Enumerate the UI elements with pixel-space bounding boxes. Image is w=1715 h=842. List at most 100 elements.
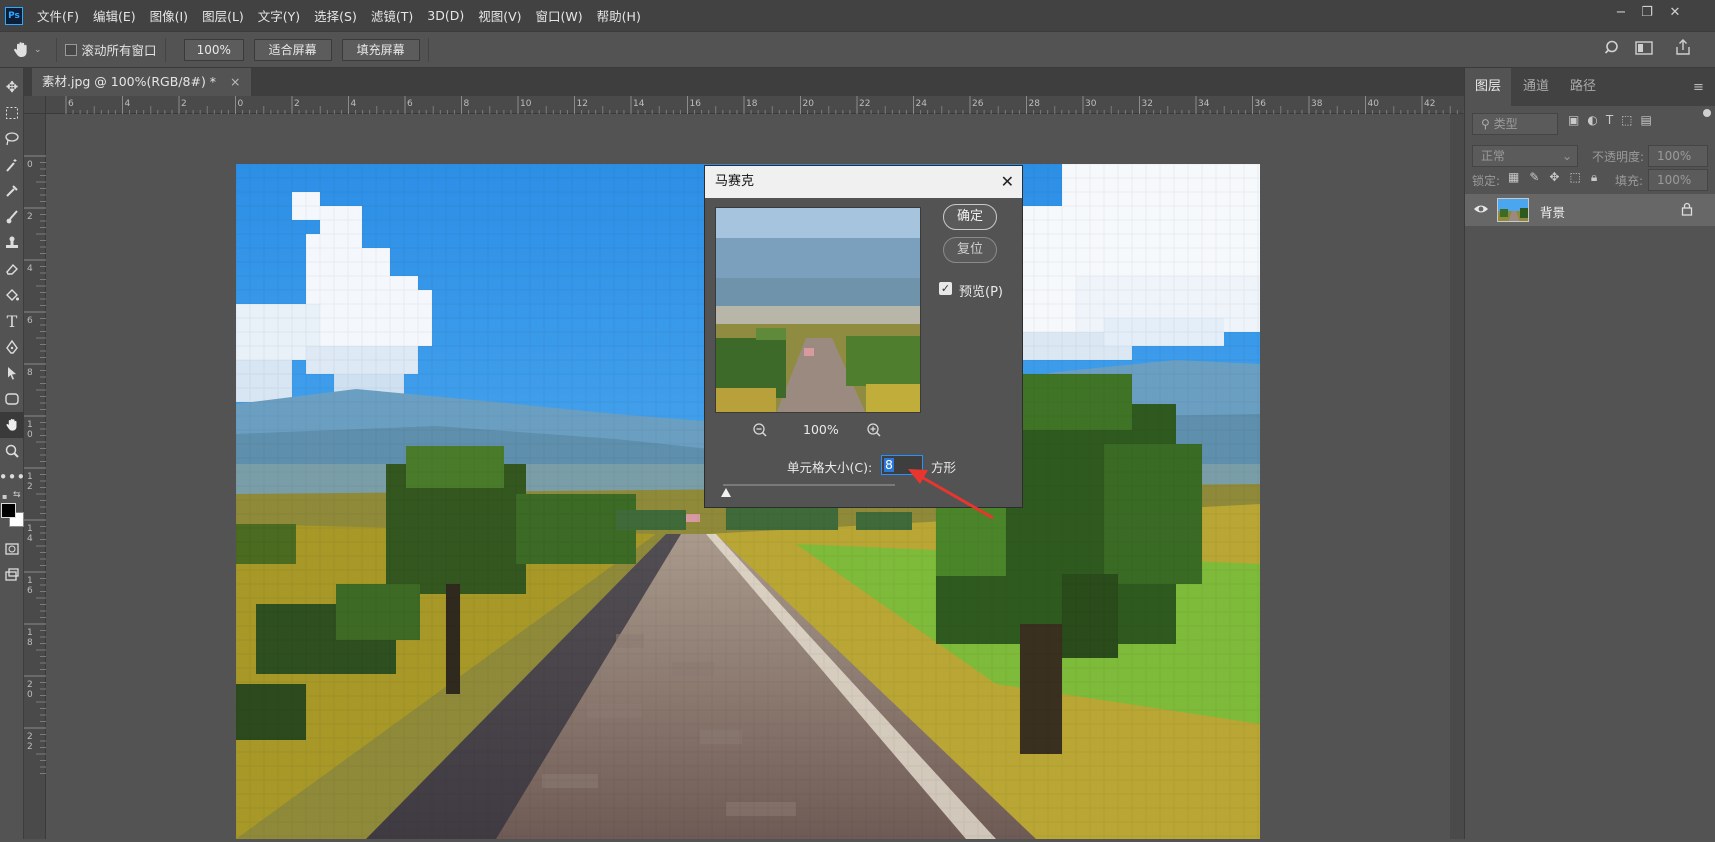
search-icon[interactable] — [1604, 39, 1622, 60]
dialog-title-bar[interactable]: 马赛克 ✕ — [705, 166, 1022, 198]
default-colors-icon[interactable]: ▪ — [2, 492, 7, 501]
filter-pixel-icon[interactable]: ▣ — [1568, 113, 1579, 127]
ruler-label: 22 — [859, 99, 870, 109]
paint-bucket-tool-icon[interactable] — [0, 282, 24, 308]
lock-image-icon[interactable]: ✎ — [1529, 170, 1539, 185]
menu-filter[interactable]: 滤镜(T) — [371, 6, 413, 25]
preview-checkbox[interactable]: ✓ — [939, 282, 952, 295]
quick-select-tool-icon[interactable] — [0, 152, 24, 178]
close-icon[interactable]: ✕ — [1001, 166, 1014, 198]
move-tool-icon[interactable]: ✥ — [0, 74, 24, 100]
menu-help[interactable]: 帮助(H) — [597, 6, 641, 25]
menu-edit[interactable]: 编辑(E) — [93, 6, 136, 25]
screen-mode-icon[interactable] — [0, 562, 24, 588]
menu-window[interactable]: 窗口(W) — [536, 6, 583, 25]
preview-label: 预览(P) — [959, 285, 1003, 300]
tab-channels[interactable]: 通道 — [1513, 68, 1559, 106]
shape-tool-icon[interactable] — [0, 386, 24, 412]
menu-type[interactable]: 文字(Y) — [258, 6, 300, 25]
filter-toggle-icon[interactable] — [1703, 109, 1711, 117]
more-tools-icon[interactable]: ••• — [0, 464, 25, 490]
fill-input[interactable]: 100% — [1648, 169, 1708, 191]
panel-menu-icon[interactable]: ≡ — [1693, 80, 1704, 95]
menu-image[interactable]: 图像(I) — [150, 6, 188, 25]
color-swatches[interactable]: ▪ ⇆ — [0, 490, 24, 536]
foreground-color-swatch[interactable] — [1, 503, 16, 518]
filter-shape-icon[interactable]: ⬚ — [1621, 113, 1632, 127]
stamp-tool-icon[interactable] — [0, 230, 24, 256]
close-window-icon[interactable]: ✕ — [1664, 4, 1686, 22]
ruler-label: 10 — [520, 99, 532, 109]
path-select-tool-icon[interactable] — [0, 360, 24, 386]
ruler-label: 32 — [1142, 99, 1153, 109]
eraser-tool-icon[interactable] — [0, 256, 24, 282]
ruler-label: 2 — [181, 99, 187, 109]
marquee-tool-icon[interactable] — [0, 100, 24, 126]
vertical-scrollbar[interactable] — [1450, 114, 1464, 839]
workspace-icon[interactable] — [1635, 40, 1653, 59]
ruler-origin[interactable] — [24, 96, 46, 114]
ruler-label: 2 — [27, 680, 33, 690]
lock-transparent-icon[interactable]: ▦ — [1508, 170, 1519, 185]
swap-colors-icon[interactable]: ⇆ — [13, 490, 21, 500]
opacity-input[interactable]: 100% — [1648, 145, 1708, 167]
cell-size-slider-track[interactable] — [723, 484, 895, 486]
restore-icon[interactable]: ❐ — [1636, 4, 1658, 22]
scroll-all-label: 滚动所有窗口 — [81, 43, 157, 58]
ruler-label: 6 — [27, 586, 33, 596]
blend-mode-select[interactable]: 正常 ⌄ — [1472, 145, 1578, 167]
filter-adjustment-icon[interactable]: ◐ — [1587, 113, 1597, 127]
type-tool-icon[interactable]: T — [0, 308, 24, 334]
tab-layers[interactable]: 图层 — [1465, 68, 1512, 106]
fill-screen-button[interactable]: 填充屏幕 — [341, 38, 420, 61]
horizontal-ruler-ticks: 6 4 2 0 2 4 6 8 10 12 14 16 18 20 22 24 26 28 30 32 34 36 38 40… — [65, 96, 1472, 114]
ruler-label: 8 — [27, 638, 33, 648]
menu-select[interactable]: 选择(S) — [314, 6, 357, 25]
zoom-value-field[interactable]: 100% — [183, 38, 244, 61]
share-icon[interactable] — [1674, 38, 1692, 59]
separator — [427, 37, 429, 62]
lock-position-icon[interactable]: ✥ — [1549, 170, 1559, 185]
search-icon: ⚲ — [1481, 117, 1494, 131]
lasso-tool-icon[interactable] — [0, 126, 24, 152]
ruler-label: 14 — [633, 99, 645, 109]
close-tab-icon[interactable]: × — [230, 74, 240, 89]
reset-button[interactable]: 复位 — [943, 237, 997, 263]
hand-tool-icon[interactable] — [0, 412, 24, 438]
zoom-in-icon[interactable] — [866, 422, 882, 441]
minimize-icon[interactable]: − — [1610, 4, 1632, 22]
filter-type-icon[interactable]: T — [1606, 113, 1613, 127]
chevron-down-icon[interactable]: ⌄ — [34, 45, 42, 55]
ruler-label: 0 — [238, 99, 244, 109]
ruler-label: 2 — [27, 732, 33, 742]
eye-icon[interactable] — [1473, 202, 1489, 219]
lock-all-icon[interactable]: 🔒︎ — [1591, 170, 1597, 185]
menu-layer[interactable]: 图层(L) — [202, 6, 244, 25]
ruler-label: 1 — [27, 420, 33, 430]
filter-smart-object-icon[interactable]: ▤ — [1641, 113, 1652, 127]
cell-size-slider-thumb[interactable] — [721, 488, 731, 497]
brush-tool-icon[interactable] — [0, 204, 24, 230]
fit-screen-button[interactable]: 适合屏幕 — [253, 38, 332, 61]
ruler-label: 1 — [27, 472, 33, 482]
layer-row[interactable]: 背景 — [1465, 194, 1715, 226]
document-tab[interactable]: 素材.jpg @ 100%(RGB/8#) * × — [32, 68, 251, 96]
lock-artboard-icon[interactable]: ⬚ — [1569, 170, 1580, 185]
menu-file[interactable]: 文件(F) — [37, 6, 79, 25]
preview-image[interactable] — [715, 207, 921, 413]
ruler-label: 24 — [916, 99, 928, 109]
ok-button[interactable]: 确定 — [943, 204, 997, 230]
tools-panel: ✥ T ••• ▪ ⇆ — [0, 68, 25, 839]
tab-paths[interactable]: 路径 — [1560, 68, 1606, 106]
scroll-all-checkbox[interactable] — [64, 43, 77, 56]
menu-3d[interactable]: 3D(D) — [427, 8, 464, 23]
quick-mask-icon[interactable] — [0, 536, 24, 562]
zoom-tool-icon[interactable] — [0, 438, 24, 464]
layer-filter-select[interactable]: ⚲ 类型 — [1472, 113, 1558, 135]
pen-tool-icon[interactable] — [0, 334, 24, 360]
zoom-out-icon[interactable] — [752, 422, 768, 441]
hand-icon[interactable] — [8, 37, 34, 63]
menu-view[interactable]: 视图(V) — [478, 6, 521, 25]
eyedropper-tool-icon[interactable] — [0, 178, 24, 204]
ruler-label: 18 — [746, 99, 758, 109]
